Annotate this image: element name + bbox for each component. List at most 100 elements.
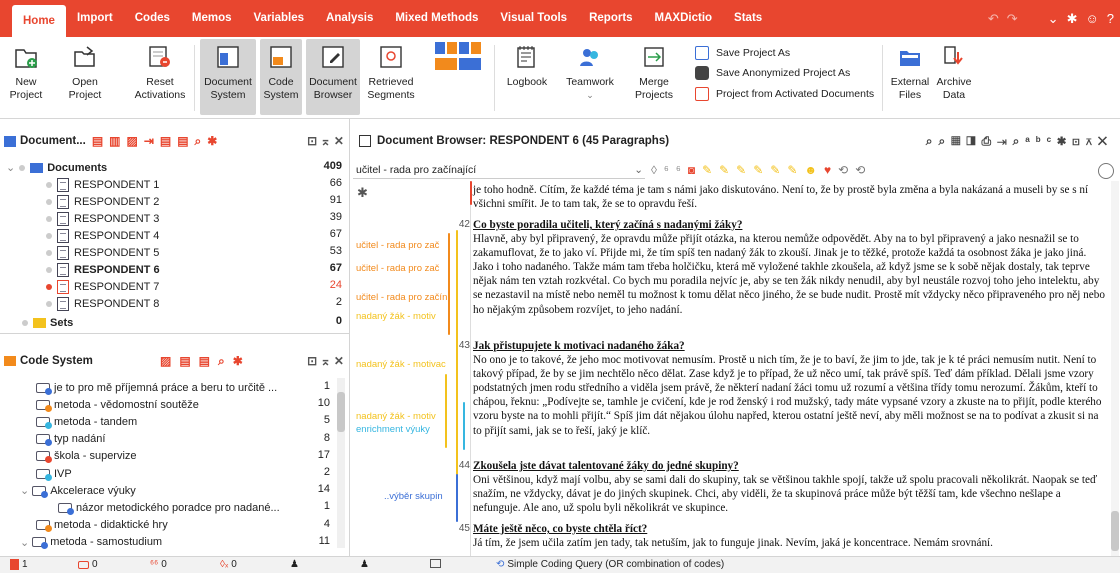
document-item[interactable]: RESPONDENT 4 bbox=[46, 227, 159, 244]
tab-visual-tools[interactable]: Visual Tools bbox=[489, 0, 578, 37]
tab-reports[interactable]: Reports bbox=[578, 0, 643, 37]
external-files-button[interactable]: External Files bbox=[888, 41, 932, 102]
coding-toolbar[interactable]: ◊⁶⁶◙✎✎✎✎✎✎☻♥⟲⟲ bbox=[651, 161, 872, 179]
code-label[interactable]: učitel - rada pro začín bbox=[356, 292, 447, 303]
chevron-down-icon[interactable]: ⌄ bbox=[20, 484, 29, 497]
status-team[interactable]: ♟ bbox=[360, 559, 369, 570]
tab-import[interactable]: Import bbox=[66, 0, 124, 37]
archive-data-button[interactable]: Archive Data bbox=[934, 41, 974, 102]
code-toolbar-icons[interactable]: ▨▤▤⌕✱ bbox=[160, 354, 251, 369]
activation-bullet[interactable] bbox=[46, 232, 52, 239]
teamwork-button[interactable]: Teamwork ⌄ bbox=[562, 41, 618, 102]
status-weights[interactable]: ⁶⁶ 0 bbox=[150, 559, 167, 570]
code-system-button[interactable]: Code System bbox=[260, 39, 302, 115]
document-item[interactable]: RESPONDENT 1 bbox=[46, 176, 159, 193]
document-item[interactable]: RESPONDENT 5 bbox=[46, 244, 159, 261]
status-documents[interactable]: 1 bbox=[10, 559, 28, 570]
smiley-icon[interactable]: ☺ bbox=[1085, 11, 1098, 26]
tab-memos[interactable]: Memos bbox=[181, 0, 243, 37]
document-item-label: RESPONDENT 3 bbox=[74, 212, 160, 225]
chevron-down-icon[interactable]: ⌄ bbox=[1048, 11, 1059, 27]
code-item[interactable]: metoda - didaktické hry bbox=[36, 517, 168, 534]
status-filter[interactable]: ◊ₓ 0 bbox=[220, 559, 237, 570]
code-label[interactable]: ..výběr skupin bbox=[384, 491, 443, 502]
tab-home[interactable]: Home bbox=[12, 5, 66, 37]
new-project-button[interactable]: New Project bbox=[8, 41, 44, 102]
activation-bullet[interactable] bbox=[46, 215, 52, 222]
coding-stripe-orange[interactable] bbox=[448, 233, 450, 335]
layout-grid-button[interactable] bbox=[428, 41, 488, 76]
document-item[interactable]: RESPONDENT 6 bbox=[46, 261, 160, 278]
coding-stripe-yellow-2[interactable] bbox=[445, 374, 447, 448]
code-system-panel: Code System ▨▤▤⌕✱ ⊡ ⌅ ✕ je to pro mě pří… bbox=[0, 333, 350, 556]
redo-icon[interactable]: ↷ bbox=[1007, 11, 1018, 27]
activation-bullet[interactable] bbox=[46, 181, 52, 188]
merge-projects-button[interactable]: Merge Projects bbox=[630, 41, 678, 102]
coding-stripe-cyan[interactable] bbox=[463, 402, 465, 450]
retrieved-segments-button[interactable]: Retrieved Segments bbox=[364, 41, 418, 102]
code-item[interactable]: ⌄ Akcelerace výuky bbox=[20, 482, 136, 499]
settings-gear-icon[interactable]: ✱ bbox=[357, 185, 368, 201]
code-label[interactable]: učitel - rada pro zač bbox=[356, 263, 439, 274]
status-codes[interactable]: 0 bbox=[78, 559, 98, 570]
tab-analysis[interactable]: Analysis bbox=[315, 0, 384, 37]
document-item[interactable]: RESPONDENT 2 bbox=[46, 193, 159, 210]
code-label[interactable]: nadaný žák - motiv bbox=[356, 311, 436, 322]
document-item[interactable]: RESPONDENT 8 bbox=[46, 295, 159, 312]
tab-mixed-methods[interactable]: Mixed Methods bbox=[384, 0, 489, 37]
coding-stripe-yellow[interactable] bbox=[456, 230, 458, 480]
status-query[interactable]: ⟲ Simple Coding Query (OR combination of … bbox=[496, 559, 724, 570]
code-label[interactable]: enrichment výuky bbox=[356, 424, 430, 435]
code-icon bbox=[32, 537, 49, 550]
activation-bullet[interactable] bbox=[46, 283, 52, 290]
document-item[interactable]: RESPONDENT 3 bbox=[46, 210, 159, 227]
document-system-button[interactable]: Document System bbox=[200, 39, 256, 115]
code-label[interactable]: nadaný žák - motiv bbox=[356, 411, 436, 422]
logbook-button[interactable]: Logbook bbox=[502, 41, 552, 89]
code-scrollbar[interactable] bbox=[337, 378, 345, 548]
code-item[interactable]: je to pro mě příjemná práce a beru to ur… bbox=[36, 379, 277, 396]
chevron-down-icon[interactable]: ⌄ bbox=[20, 536, 29, 549]
gear-icon[interactable]: ✱ bbox=[1067, 11, 1078, 27]
tab-maxdictio[interactable]: MAXDictio bbox=[644, 0, 724, 37]
project-from-activated-button[interactable]: Project from Activated Documents bbox=[692, 87, 874, 101]
undo-icon[interactable]: ↶ bbox=[988, 11, 999, 27]
save-anonymized-button[interactable]: Save Anonymized Project As bbox=[692, 66, 850, 80]
reset-activations-button[interactable]: Reset Activations bbox=[130, 41, 190, 102]
document-item[interactable]: RESPONDENT 7 bbox=[46, 278, 159, 295]
code-item[interactable]: škola - supervize bbox=[36, 448, 137, 465]
code-label[interactable]: učitel - rada pro zač bbox=[356, 240, 439, 251]
help-icon[interactable]: ? bbox=[1107, 11, 1114, 26]
reset-activations-label: Reset Activations bbox=[134, 76, 186, 101]
code-item[interactable]: metoda - tandem bbox=[36, 413, 137, 430]
text-scrollbar[interactable] bbox=[1111, 181, 1119, 556]
code-item[interactable]: typ nadání bbox=[36, 431, 105, 448]
tab-variables[interactable]: Variables bbox=[243, 0, 316, 37]
save-project-as-button[interactable]: Save Project As bbox=[692, 46, 790, 60]
document-toolbar-icons[interactable]: ▤▥▨⇥▤▤⌕✱ bbox=[92, 134, 224, 149]
code-label[interactable]: nadaný žák - motivac bbox=[356, 359, 446, 370]
code-item[interactable]: ⌄ metoda - samostudium bbox=[20, 534, 162, 551]
tab-stats[interactable]: Stats bbox=[723, 0, 773, 37]
code-item[interactable]: IVP bbox=[36, 465, 72, 482]
status-view[interactable] bbox=[430, 559, 441, 568]
tab-codes[interactable]: Codes bbox=[124, 0, 181, 37]
coding-stripe-blue[interactable] bbox=[456, 474, 458, 522]
document-browser-button[interactable]: Document Browser bbox=[306, 39, 360, 115]
activation-bullet[interactable] bbox=[46, 266, 52, 273]
activation-bullet[interactable] bbox=[46, 198, 52, 205]
open-project-button[interactable]: Open Project bbox=[64, 41, 106, 102]
sets-folder[interactable]: Sets bbox=[22, 314, 73, 331]
code-item[interactable]: metoda - vědomostní soutěže bbox=[36, 396, 199, 413]
coding-stripe-red[interactable] bbox=[470, 181, 472, 205]
activation-bullet[interactable] bbox=[46, 300, 52, 307]
status-user[interactable]: ♟ bbox=[290, 559, 299, 570]
panel-controls[interactable]: ⊡ ⌅ ✕ bbox=[307, 134, 344, 148]
browser-toolbar-icons[interactable]: ⌕⌕▦◨⎙⇥⌕ᵃᵇᶜ✱⊡⌅✕ bbox=[926, 134, 1113, 149]
documents-root[interactable]: ⌄ Documents bbox=[6, 159, 107, 176]
panel-controls[interactable]: ⊡ ⌅ ✕ bbox=[307, 354, 344, 368]
activation-bullet[interactable] bbox=[46, 249, 52, 256]
toggle-icon[interactable] bbox=[1098, 163, 1114, 179]
code-item[interactable]: názor metodického poradce pro nadané... bbox=[58, 499, 280, 516]
code-select-dropdown[interactable]: učitel - rada pro začínající ⌄ bbox=[353, 161, 645, 179]
